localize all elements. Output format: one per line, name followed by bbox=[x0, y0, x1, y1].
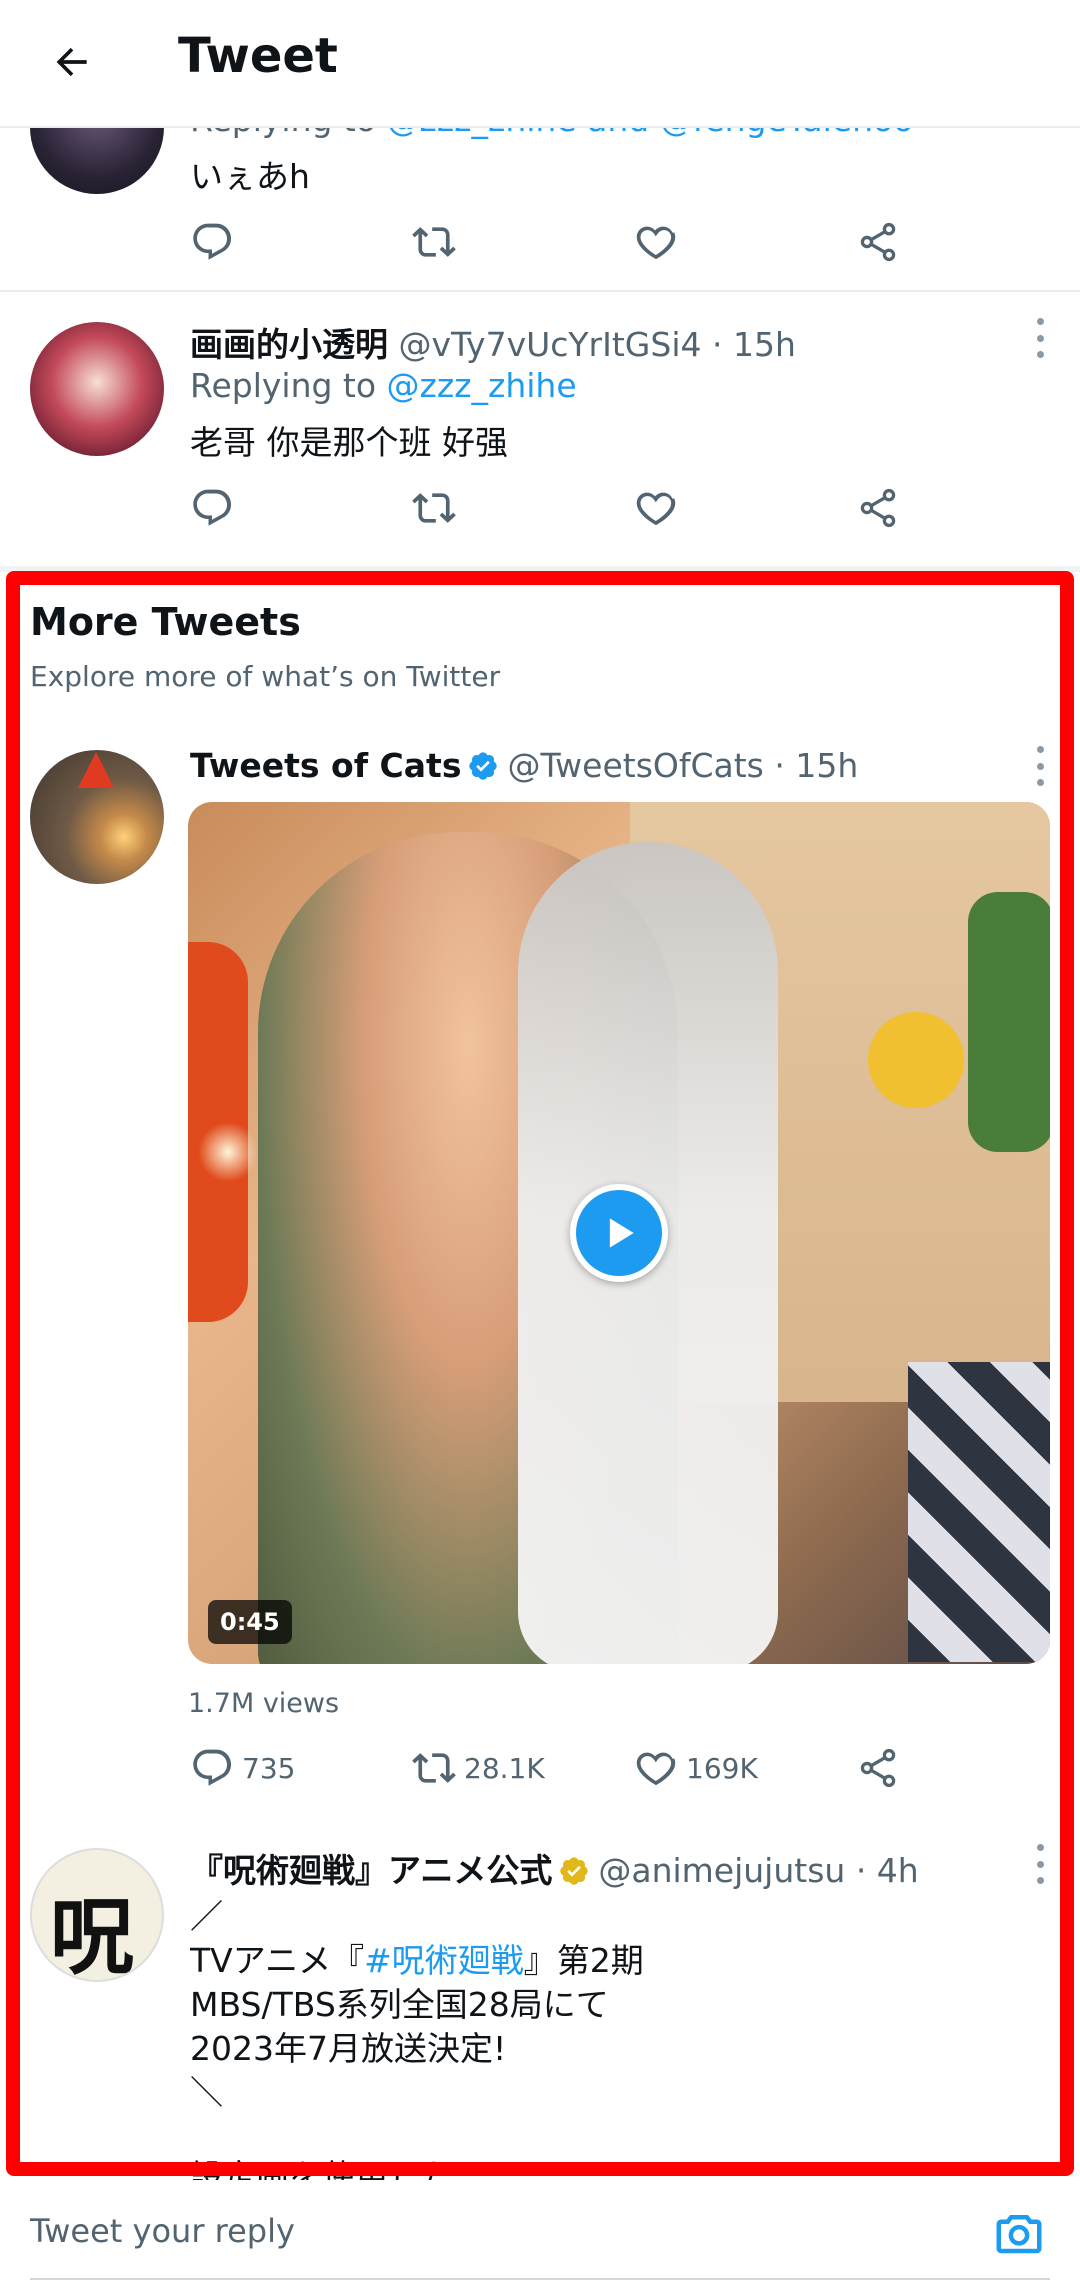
reply-composer: Tweet your reply bbox=[0, 2180, 1080, 2292]
verified-badge-icon bbox=[469, 752, 498, 780]
divider bbox=[0, 566, 1080, 572]
heart-icon bbox=[636, 492, 676, 526]
more-tweets-subtitle: Explore more of what’s on Twitter bbox=[30, 660, 501, 693]
arrow-left-icon bbox=[56, 47, 87, 77]
author-handle[interactable]: @vTy7vUcYrItGSi4 bbox=[399, 325, 702, 364]
tweet-text-line: ／ bbox=[190, 1897, 223, 1936]
tweet-text-line: MBS/TBS系列全国28局にて bbox=[190, 1985, 609, 2024]
author-handle[interactable]: @TweetsOfCats bbox=[507, 746, 763, 785]
tweet-author: 『呪術廻戦』アニメ公式 @animejujutsu · 4h bbox=[190, 1844, 919, 1892]
reply-mention-link[interactable]: @zzz_zhihe bbox=[387, 366, 577, 405]
share-button[interactable] bbox=[856, 478, 900, 538]
heart-icon bbox=[636, 226, 676, 260]
reply-count: 735 bbox=[242, 1751, 296, 1785]
reply-input-underline bbox=[30, 2278, 1050, 2280]
video-player[interactable]: 0:45 bbox=[188, 802, 1050, 1664]
reply-button[interactable] bbox=[190, 478, 234, 538]
more-options-icon[interactable] bbox=[1030, 318, 1050, 358]
page-title: Tweet bbox=[178, 28, 338, 84]
like-button[interactable] bbox=[634, 212, 678, 272]
play-icon bbox=[609, 1218, 634, 1248]
video-duration: 0:45 bbox=[208, 1600, 292, 1644]
tweet-actions bbox=[190, 478, 910, 538]
reply-input[interactable]: Tweet your reply bbox=[30, 2212, 295, 2250]
camera-icon[interactable] bbox=[992, 2206, 1046, 2260]
tweet-text: いぇあh bbox=[190, 157, 310, 196]
avatar[interactable] bbox=[30, 750, 164, 884]
reply-button[interactable]: 735 bbox=[190, 1738, 295, 1798]
retweet-icon bbox=[412, 493, 456, 523]
retweet-button[interactable]: 28.1K bbox=[412, 1738, 545, 1798]
share-icon bbox=[860, 222, 896, 262]
tweet-text-line: TVアニメ『#呪術廻戦』第2期 bbox=[190, 1941, 644, 1980]
retweet-button[interactable] bbox=[412, 212, 456, 272]
retweet-icon bbox=[412, 1753, 456, 1783]
replying-to: Replying to @zzz_zhihe bbox=[190, 366, 577, 405]
like-button[interactable] bbox=[634, 478, 678, 538]
retweet-button[interactable] bbox=[412, 478, 456, 538]
video-frame-plant bbox=[968, 892, 1050, 1152]
view-count: 1.7M views bbox=[188, 1688, 340, 1719]
share-button[interactable] bbox=[856, 1738, 900, 1798]
like-count: 169K bbox=[686, 1751, 758, 1785]
tweet-actions: 735 28.1K 169K bbox=[190, 1738, 910, 1798]
retweet-count: 28.1K bbox=[464, 1751, 545, 1785]
video-frame-pillow bbox=[908, 1362, 1050, 1662]
like-button[interactable]: 169K bbox=[634, 1738, 758, 1798]
reply-icon bbox=[193, 1749, 232, 1786]
more-options-icon[interactable] bbox=[1030, 1844, 1050, 1884]
verified-badge-icon bbox=[560, 1857, 589, 1885]
tweet-text: 老哥 你是那个班 好强 bbox=[190, 423, 508, 462]
play-button[interactable] bbox=[570, 1184, 668, 1282]
tweet-actions bbox=[190, 212, 910, 272]
tweet-author: Tweets of Cats @TweetsOfCats · 15h bbox=[190, 746, 858, 785]
video-frame-smiley bbox=[868, 1012, 964, 1108]
tweet-time: · 4h bbox=[855, 1851, 919, 1890]
reply-icon bbox=[193, 489, 232, 526]
avatar[interactable] bbox=[30, 322, 164, 456]
author-handle[interactable]: @animejujutsu bbox=[598, 1851, 845, 1890]
tweet-time: · 15h bbox=[774, 746, 859, 785]
tweet-text-line: 2023年7月放送決定! bbox=[190, 2029, 507, 2068]
divider bbox=[0, 290, 1080, 292]
reply-button[interactable] bbox=[190, 212, 234, 272]
share-icon bbox=[860, 488, 896, 528]
retweet-icon bbox=[412, 227, 456, 257]
video-frame-light bbox=[198, 1122, 258, 1182]
share-icon bbox=[860, 1748, 896, 1788]
more-tweets-title: More Tweets bbox=[30, 600, 301, 644]
author-name[interactable]: Tweets of Cats bbox=[190, 746, 461, 785]
author-name[interactable]: 画画的小透明 bbox=[190, 325, 388, 364]
share-button[interactable] bbox=[856, 212, 900, 272]
reply-icon bbox=[193, 223, 232, 260]
tweet-text-line: ＼ bbox=[190, 2073, 223, 2112]
avatar[interactable]: 呪 bbox=[30, 1848, 164, 1982]
tweet-author: 画画的小透明 @vTy7vUcYrItGSi4 · 15h bbox=[190, 318, 796, 366]
top-app-bar: Tweet bbox=[0, 0, 1080, 128]
author-name[interactable]: 『呪術廻戦』アニメ公式 bbox=[190, 1851, 552, 1890]
hashtag-link[interactable]: #呪術廻戦 bbox=[364, 1941, 524, 1980]
tweet-time: · 15h bbox=[711, 325, 796, 364]
more-options-icon[interactable] bbox=[1030, 746, 1050, 786]
back-button[interactable] bbox=[40, 30, 104, 94]
heart-icon bbox=[636, 1752, 676, 1786]
